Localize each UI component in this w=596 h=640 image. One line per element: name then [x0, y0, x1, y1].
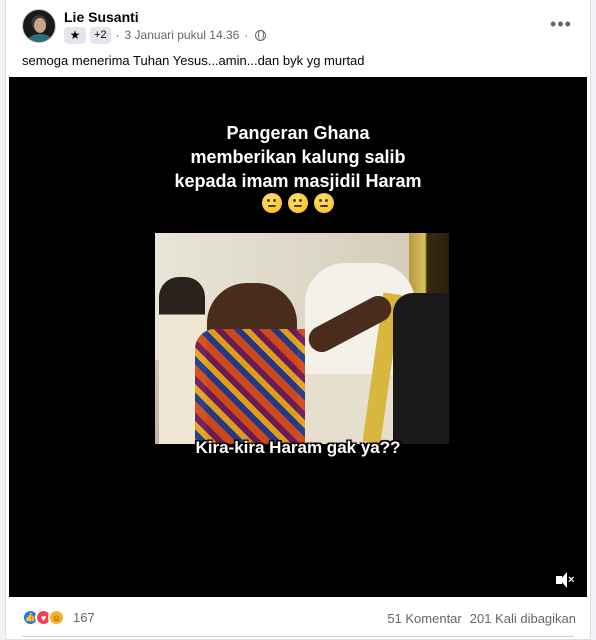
shares-count[interactable]: 201 Kali dibagikan: [470, 611, 576, 626]
video-frame-image: [155, 233, 449, 444]
avatar-face: [34, 18, 46, 33]
star-badge-icon[interactable]: ★: [64, 26, 86, 44]
globe-icon[interactable]: [255, 29, 267, 41]
comments-count[interactable]: 51 Komentar: [387, 611, 461, 626]
post-card: Lie Susanti ★ +2 · 3 Januari pukul 14.36…: [5, 0, 591, 640]
emoji-row: [9, 193, 587, 218]
mute-x: ×: [568, 574, 575, 586]
author-name[interactable]: Lie Susanti: [64, 9, 139, 25]
reactions-summary[interactable]: 👍 ♥ ☺ 167: [22, 609, 95, 626]
mute-icon[interactable]: ×: [555, 571, 577, 589]
video-player[interactable]: Pangeran Ghana memberikan kalung salib k…: [9, 77, 587, 597]
thinking-face-icon: [261, 193, 282, 213]
avatar-shoulder: [28, 34, 52, 42]
more-options-button[interactable]: •••: [546, 12, 576, 36]
post-header: Lie Susanti ★ +2 · 3 Januari pukul 14.36…: [6, 0, 590, 48]
badge-count[interactable]: +2: [90, 26, 111, 44]
post-footer: 👍 ♥ ☺ 167 51 Komentar 201 Kali dibagikan: [6, 604, 590, 632]
thinking-face-icon: [288, 193, 308, 213]
meta-separator-2: ·: [244, 28, 249, 42]
post-timestamp[interactable]: 3 Januari pukul 14.36: [125, 28, 240, 42]
overlay-bottom-text: Kira-kira Haram gak ya??: [195, 438, 401, 457]
thinking-face-icon: [314, 193, 335, 213]
haha-icon: ☺: [48, 609, 65, 626]
overlay-title-line-1: Pangeran Ghana: [226, 123, 370, 143]
footer-divider: [22, 636, 574, 637]
overlay-title-line-3: kepada imam masjidil Haram: [174, 171, 422, 191]
author-avatar[interactable]: [22, 9, 56, 43]
reaction-count[interactable]: 167: [73, 610, 95, 625]
engagement-stats: 51 Komentar 201 Kali dibagikan: [387, 611, 576, 626]
post-meta: ★ +2 · 3 Januari pukul 14.36 ·: [64, 26, 267, 44]
post-caption: semoga menerima Tuhan Yesus...amin...dan…: [22, 53, 365, 68]
meta-separator: ·: [115, 28, 120, 42]
overlay-title-line-2: memberikan kalung salib: [190, 147, 406, 167]
